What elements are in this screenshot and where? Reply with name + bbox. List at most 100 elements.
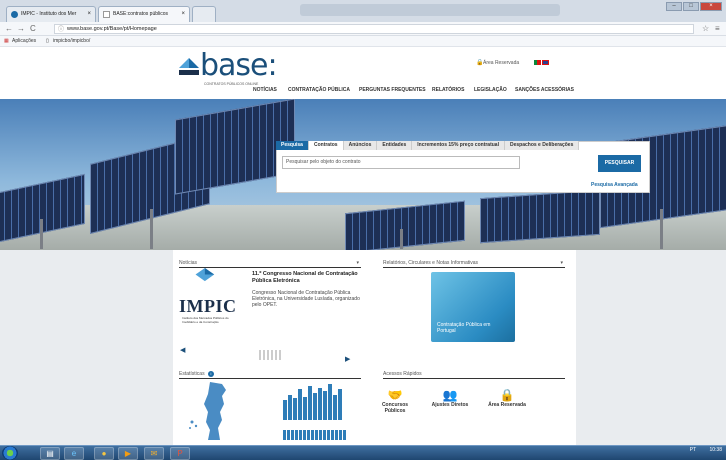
stats-bar xyxy=(283,400,287,420)
news-title[interactable]: 11.º Congresso Nacional de Contratação P… xyxy=(252,271,362,285)
impic-logo-icon[interactable] xyxy=(178,57,200,77)
page-icon xyxy=(103,11,110,18)
nav-legislacao[interactable]: LEGISLAÇÃO xyxy=(474,87,507,93)
new-tab-button[interactable] xyxy=(192,6,216,22)
info-icon[interactable]: i xyxy=(207,371,214,377)
stats-bar xyxy=(298,389,302,420)
panel-pole xyxy=(400,229,403,249)
news-body: Congresso Nacional de Contratação Públic… xyxy=(252,290,360,308)
address-bar-row: ← → C ⓘ www.base.gov.pt/Base/pt/Homepage… xyxy=(0,22,726,36)
clock[interactable]: 10:38 xyxy=(709,447,722,453)
nav-contratacao-publica[interactable]: CONTRATAÇÃO PÚBLICA xyxy=(288,87,350,93)
tab-entidades[interactable]: Entidades xyxy=(377,141,413,150)
browser-tabstrip: IMPIC - Instituto dos Mer × BASE:contrat… xyxy=(0,0,726,22)
tab-pesquisa[interactable]: Pesquisa xyxy=(276,141,309,150)
outlook-icon[interactable]: ✉ xyxy=(144,447,164,460)
solar-panel xyxy=(480,189,600,244)
stats-bar xyxy=(308,385,312,420)
tab-label: IMPIC - Instituto dos Mer xyxy=(21,11,77,17)
bookmark-impicbo[interactable]: impicbo/impicbo/ xyxy=(53,36,90,47)
info-icon: ⓘ xyxy=(58,27,65,33)
portugal-map-icon[interactable] xyxy=(188,382,238,440)
language-indicator[interactable]: PT xyxy=(690,447,696,453)
close-icon[interactable]: × xyxy=(87,7,91,22)
browser-tab-base[interactable]: BASE:contratos públicos × xyxy=(98,6,190,22)
uk-flag-icon[interactable] xyxy=(542,60,549,65)
logo-subtitle: CONTRATOS PÚBLICOS ONLINE xyxy=(204,82,259,86)
carousel-next-icon[interactable]: ▶ xyxy=(345,355,350,363)
chevron-down-icon[interactable]: ▾ xyxy=(356,260,359,267)
section-header-estatisticas: Estatísticas i xyxy=(179,371,361,379)
bookmarks-bar: ▦ Aplicações ▯ impicbo/impicbo/ xyxy=(0,36,726,47)
minimize-button[interactable]: – xyxy=(666,2,682,11)
powerpoint-icon[interactable]: P xyxy=(170,447,190,460)
report-cover-text: Contratação Pública em Portugal xyxy=(437,322,491,334)
stats-bar-chart[interactable] xyxy=(283,384,347,420)
stats-bar xyxy=(293,398,297,420)
panel-pole xyxy=(660,209,663,249)
stats-bar xyxy=(323,391,327,420)
stats-bar xyxy=(328,384,332,420)
advanced-search-link[interactable]: Pesquisa Avançada xyxy=(591,182,638,188)
ie-icon[interactable]: e xyxy=(64,447,84,460)
apps-icon[interactable]: ▦ xyxy=(4,36,9,47)
stats-bar xyxy=(338,389,342,420)
system-tray: PT 10:38 xyxy=(690,448,722,453)
pt-flag-icon[interactable] xyxy=(534,60,541,65)
bookmark-apps[interactable]: Aplicações xyxy=(12,36,36,47)
stats-table-icon[interactable] xyxy=(283,430,347,440)
back-icon[interactable]: ← xyxy=(5,24,13,34)
browser-tab-impic[interactable]: IMPIC - Instituto dos Mer × xyxy=(6,6,96,22)
section-title: Acessos Rápidos xyxy=(383,371,422,377)
section-header-noticias: Notícias ▾ xyxy=(179,260,361,268)
lock-icon: 🔒 xyxy=(499,388,515,402)
nav-noticias[interactable]: NOTÍCIAS xyxy=(253,87,277,93)
quick-access-label: Concursos Públicos xyxy=(381,402,409,414)
start-button[interactable] xyxy=(2,446,18,460)
area-reservada-link[interactable]: Área Reservada xyxy=(483,60,519,66)
window-controls: – □ × xyxy=(666,2,722,11)
language-flags xyxy=(534,60,549,65)
panel-pole xyxy=(150,209,153,249)
close-window-button[interactable]: × xyxy=(700,2,722,11)
nav-relatorios[interactable]: RELATÓRIOS xyxy=(432,87,464,93)
reload-icon[interactable]: C xyxy=(30,24,36,34)
impic-favicon-icon xyxy=(11,11,18,18)
quick-access-concursos[interactable]: 🤝 Concursos Públicos xyxy=(375,388,415,414)
close-icon[interactable]: × xyxy=(181,7,185,22)
quick-access-ajustes[interactable]: 👥 Ajustes Diretos xyxy=(430,388,470,408)
chrome-icon[interactable]: ● xyxy=(94,447,114,460)
search-button[interactable]: PESQUISAR xyxy=(598,155,641,172)
stats-bar xyxy=(303,396,307,420)
chevron-down-icon[interactable]: ▾ xyxy=(560,260,563,267)
explorer-icon[interactable]: ▤ xyxy=(40,447,60,460)
section-title: Relatórios, Circulares e Notas Informati… xyxy=(383,260,479,266)
forward-icon[interactable]: → xyxy=(17,24,25,34)
tab-contratos[interactable]: Contratos xyxy=(308,141,344,150)
site-header: base: CONTRATOS PÚBLICOS ONLINE 🔒 Área R… xyxy=(0,47,726,99)
star-icon[interactable]: ☆ xyxy=(702,24,709,34)
tab-label: BASE:contratos públicos xyxy=(113,11,169,17)
quick-access-area-reservada[interactable]: 🔒 Área Reservada xyxy=(487,388,527,408)
tab-despachos[interactable]: Despachos e Deliberações xyxy=(504,141,580,150)
windows-taskbar: ▤ e ● ▶ ✉ P PT 10:38 xyxy=(0,445,726,460)
media-icon[interactable]: ▶ xyxy=(118,447,138,460)
search-input[interactable]: Pesquisar pelo objeto do contrato xyxy=(282,156,520,169)
url-input[interactable]: ⓘ www.base.gov.pt/Base/pt/Homepage xyxy=(54,24,694,34)
page-icon: ▯ xyxy=(46,38,49,44)
section-title: Estatísticas xyxy=(179,371,205,377)
carousel-prev-icon[interactable]: ◀ xyxy=(180,346,185,354)
nav-perguntas-frequentes[interactable]: PERGUNTAS FREQUENTES xyxy=(359,87,426,93)
base-logo[interactable]: base: xyxy=(200,49,278,83)
section-header-acessos: Acessos Rápidos xyxy=(383,371,565,379)
tab-anuncios[interactable]: Anúncios xyxy=(343,141,378,150)
panel-pole xyxy=(40,219,43,249)
carousel-dots[interactable] xyxy=(259,350,281,360)
menu-icon[interactable]: ≡ xyxy=(715,24,720,34)
blurred-region xyxy=(300,4,560,16)
impic-diamond-logo-icon xyxy=(195,268,215,282)
maximize-button[interactable]: □ xyxy=(683,2,699,11)
tab-incrementos[interactable]: Incrementos 15% preço contratual xyxy=(412,141,505,150)
nav-sancoes-acessorias[interactable]: SANÇÕES ACESSÓRIAS xyxy=(515,87,574,93)
section-header-relatorios: Relatórios, Circulares e Notas Informati… xyxy=(383,260,565,268)
